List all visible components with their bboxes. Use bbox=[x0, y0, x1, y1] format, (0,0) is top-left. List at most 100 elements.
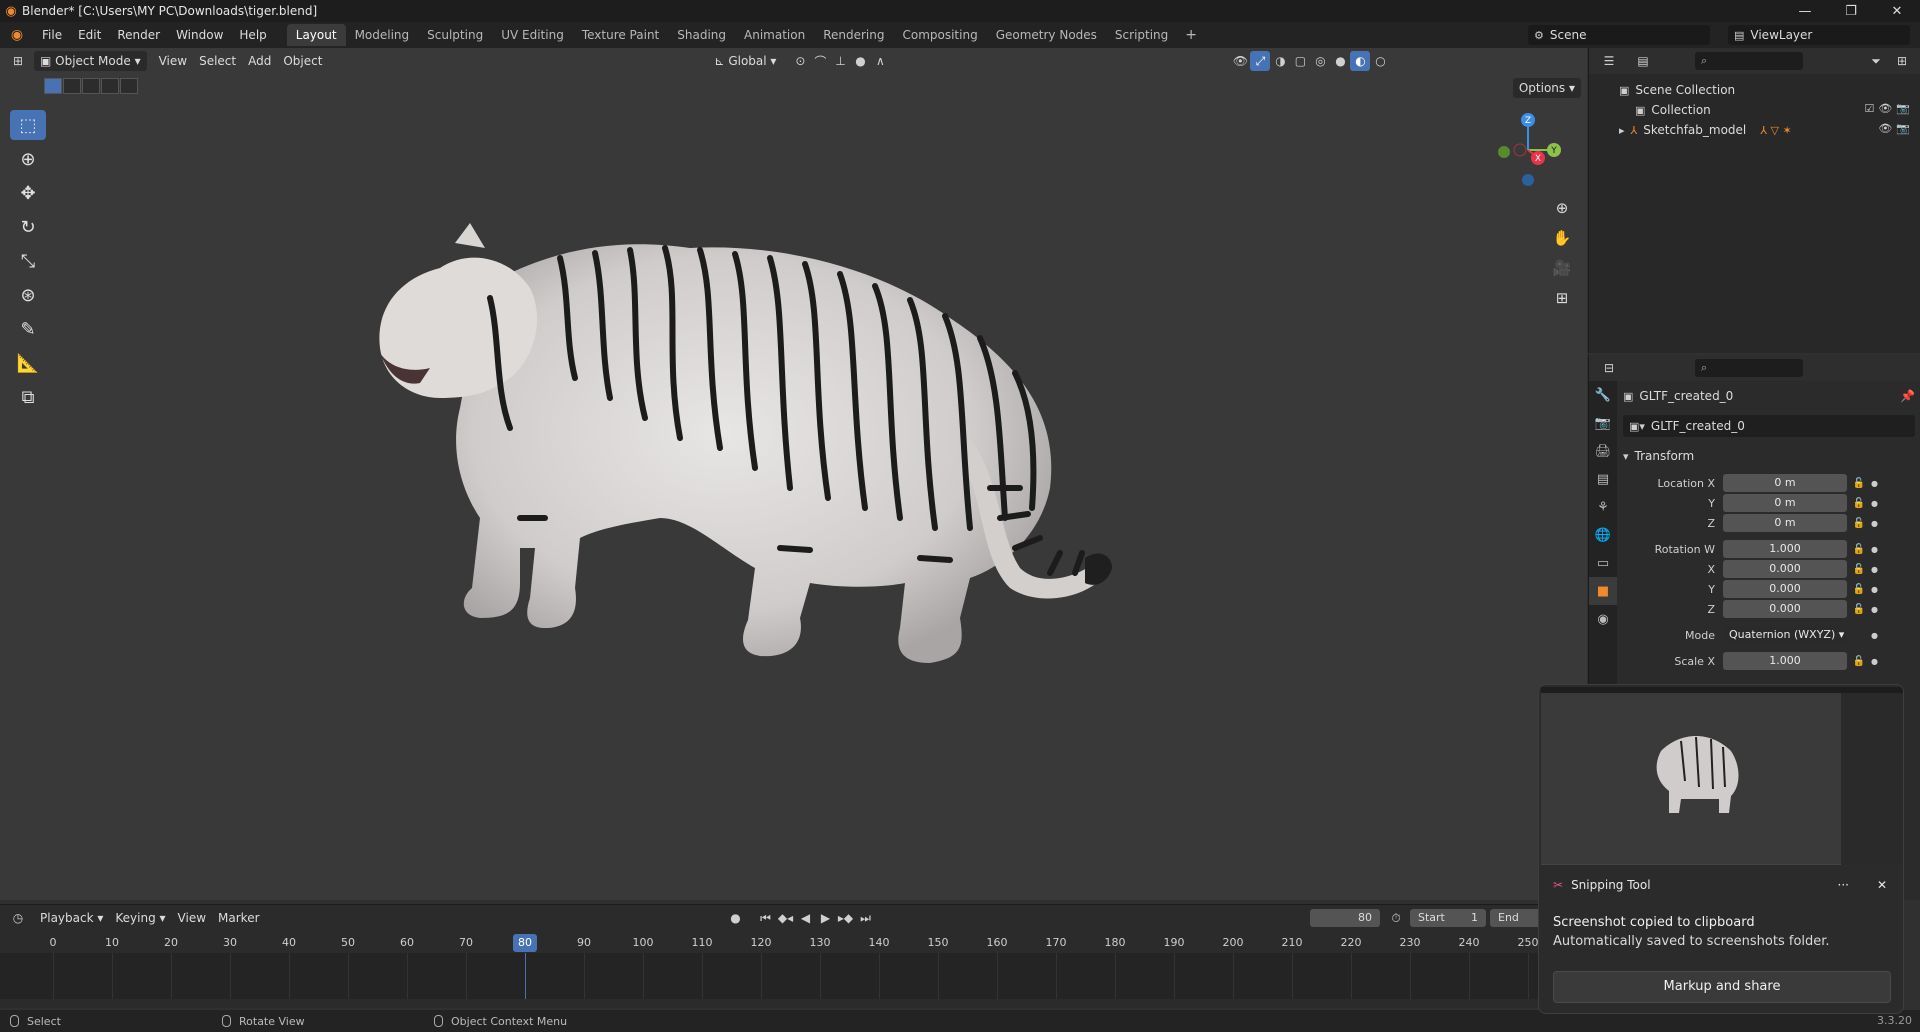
display-mode-icon[interactable]: ▤ bbox=[1633, 51, 1653, 71]
record-icon[interactable]: ● bbox=[726, 908, 746, 928]
transform-icon[interactable]: ⊛ bbox=[10, 280, 46, 310]
ortho-grid-icon[interactable]: ⊞ bbox=[1548, 284, 1576, 312]
play-reverse-icon[interactable]: ◀ bbox=[796, 908, 816, 928]
scene-selector[interactable]: ⚙ Scene bbox=[1528, 25, 1710, 45]
viewport-menu-select[interactable]: Select bbox=[193, 51, 242, 71]
proportional-edit-icon[interactable]: ● bbox=[850, 51, 870, 71]
options-button[interactable]: Options ▾ bbox=[1512, 78, 1581, 98]
tab-compositing[interactable]: Compositing bbox=[893, 24, 986, 46]
timeline-editor-icon[interactable]: ◷ bbox=[8, 908, 28, 928]
blender-menu-icon[interactable]: ◉ bbox=[0, 27, 34, 43]
outliner-row-collection[interactable]: ▣ Collection ☑ 👁 📷 bbox=[1589, 100, 1920, 120]
scale-icon[interactable]: ⤡ bbox=[10, 246, 46, 276]
menu-render[interactable]: Render bbox=[109, 22, 168, 48]
3d-viewport[interactable]: ⊞ ▣ Object Mode ▾ View Select Add Object… bbox=[0, 48, 1587, 900]
pin-icon[interactable]: 📌 bbox=[1900, 389, 1915, 403]
overlay-icon[interactable]: ◑ bbox=[1270, 51, 1290, 71]
timeline-track-area[interactable] bbox=[0, 953, 1587, 999]
lock-icon[interactable]: 🔓 bbox=[1847, 584, 1871, 595]
keyframe-dot-icon[interactable]: ● bbox=[1871, 585, 1881, 594]
play-icon[interactable]: ▶ bbox=[816, 908, 836, 928]
select-box-icon[interactable]: ⬚ bbox=[10, 110, 46, 140]
view-layer-tab-icon[interactable]: ▤ bbox=[1589, 465, 1617, 493]
current-frame-field[interactable]: 80 bbox=[1310, 909, 1380, 927]
properties-search-input[interactable]: ⌕ bbox=[1695, 359, 1803, 377]
menu-timeline-view[interactable]: View bbox=[172, 908, 212, 928]
menu-keying[interactable]: Keying ▾ bbox=[109, 908, 171, 928]
falloff-icon[interactable]: ∧ bbox=[870, 51, 890, 71]
minimize-button[interactable]: — bbox=[1782, 0, 1828, 22]
restore-button[interactable]: ❐ bbox=[1828, 0, 1874, 22]
expand-arrow-icon[interactable]: ▸ bbox=[1619, 124, 1625, 137]
rendered-shading-icon[interactable]: ○ bbox=[1370, 51, 1390, 71]
scene-tab-icon[interactable]: ⚘ bbox=[1589, 493, 1617, 521]
tab-animation[interactable]: Animation bbox=[735, 24, 814, 46]
stopwatch-icon[interactable]: ⏱ bbox=[1386, 908, 1406, 928]
camera-view-icon[interactable]: 🎥 bbox=[1548, 254, 1576, 282]
viewport-menu-add[interactable]: Add bbox=[242, 51, 277, 71]
snap-target-icon[interactable]: ⊥ bbox=[830, 51, 850, 71]
field-value[interactable]: 1.000 bbox=[1723, 652, 1847, 670]
prev-keyframe-icon[interactable]: ◆◂ bbox=[776, 908, 796, 928]
add-cube-icon[interactable]: ⧉ bbox=[10, 382, 46, 412]
field-value[interactable]: 0.000 bbox=[1723, 560, 1847, 578]
close-window-button[interactable]: ✕ bbox=[1874, 0, 1920, 22]
new-collection-icon[interactable]: ⊞ bbox=[1892, 51, 1912, 71]
keyframe-dot-icon[interactable]: ● bbox=[1871, 565, 1881, 574]
outliner-search-input[interactable]: ⌕ bbox=[1695, 52, 1803, 70]
outliner-row-sketchfab-model[interactable]: ▸ ⅄ Sketchfab_model ⅄ ▽ ✶ 👁 📷 bbox=[1589, 120, 1920, 140]
measure-icon[interactable]: 📐 bbox=[10, 348, 46, 378]
wireframe-shading-icon[interactable]: ◎ bbox=[1310, 51, 1330, 71]
menu-help[interactable]: Help bbox=[231, 22, 274, 48]
keyframe-dot-icon[interactable]: ● bbox=[1871, 605, 1881, 614]
tab-sculpting[interactable]: Sculpting bbox=[418, 24, 492, 46]
camera-icon[interactable]: 📷 bbox=[1896, 102, 1910, 115]
object-tab-icon[interactable]: ■ bbox=[1589, 577, 1617, 605]
viewport-menu-object[interactable]: Object bbox=[277, 51, 328, 71]
lock-icon[interactable]: 🔓 bbox=[1847, 518, 1871, 529]
keyframe-dot-icon[interactable]: ● bbox=[1871, 631, 1881, 640]
viewport-menu-view[interactable]: View bbox=[153, 51, 193, 71]
camera-icon[interactable]: 📷 bbox=[1896, 122, 1910, 135]
collection-tab-icon[interactable]: ▭ bbox=[1589, 549, 1617, 577]
select-intersect-icon[interactable] bbox=[120, 78, 138, 94]
lock-icon[interactable]: 🔓 bbox=[1847, 478, 1871, 489]
material-shading-icon[interactable]: ◐ bbox=[1350, 51, 1371, 71]
xray-icon[interactable]: ▢ bbox=[1290, 51, 1310, 71]
toast-close-button[interactable]: ✕ bbox=[1877, 878, 1887, 892]
viewlayer-selector[interactable]: ▤ ViewLayer bbox=[1728, 25, 1910, 45]
zoom-icon[interactable]: ⊕ bbox=[1548, 194, 1576, 222]
solid-shading-icon[interactable]: ● bbox=[1330, 51, 1350, 71]
gizmo-neg-x[interactable] bbox=[1513, 143, 1527, 157]
add-workspace-button[interactable]: + bbox=[1177, 27, 1205, 43]
menu-file[interactable]: File bbox=[34, 22, 70, 48]
eye-icon[interactable]: 👁 bbox=[1878, 102, 1892, 115]
visibility-icon[interactable]: 👁 bbox=[1230, 51, 1250, 71]
menu-playback[interactable]: Playback ▾ bbox=[34, 908, 109, 928]
select-extend-icon[interactable] bbox=[63, 78, 81, 94]
menu-marker[interactable]: Marker bbox=[212, 908, 265, 928]
field-value[interactable]: 0 m bbox=[1723, 494, 1847, 512]
pivot-point-icon[interactable]: ⊙ bbox=[790, 51, 810, 71]
output-tab-icon[interactable]: 🖨 bbox=[1589, 437, 1617, 465]
lock-icon[interactable]: 🔓 bbox=[1847, 564, 1871, 575]
select-invert-icon[interactable] bbox=[101, 78, 119, 94]
annotate-icon[interactable]: ✎ bbox=[10, 314, 46, 344]
tab-scripting[interactable]: Scripting bbox=[1106, 24, 1177, 46]
next-keyframe-icon[interactable]: ▸◆ bbox=[836, 908, 856, 928]
tab-rendering[interactable]: Rendering bbox=[814, 24, 893, 46]
keyframe-dot-icon[interactable]: ● bbox=[1871, 545, 1881, 554]
playhead-frame-label[interactable]: 80 bbox=[513, 934, 537, 952]
field-value[interactable]: 0.000 bbox=[1723, 600, 1847, 618]
tab-layout[interactable]: Layout bbox=[286, 24, 346, 46]
tab-texture-paint[interactable]: Texture Paint bbox=[573, 24, 668, 46]
move-icon[interactable]: ✥ bbox=[10, 178, 46, 208]
menu-window[interactable]: Window bbox=[168, 22, 231, 48]
transform-orientation-dropdown[interactable]: ⊾ Global ▾ bbox=[708, 51, 782, 71]
keyframe-dot-icon[interactable]: ● bbox=[1871, 499, 1881, 508]
lock-icon[interactable]: 🔓 bbox=[1847, 498, 1871, 509]
tab-modeling[interactable]: Modeling bbox=[346, 24, 419, 46]
physics-tab-icon[interactable]: ◉ bbox=[1589, 605, 1617, 633]
tab-uv-editing[interactable]: UV Editing bbox=[492, 24, 573, 46]
tool-tab-icon[interactable]: 🔧 bbox=[1589, 381, 1617, 409]
